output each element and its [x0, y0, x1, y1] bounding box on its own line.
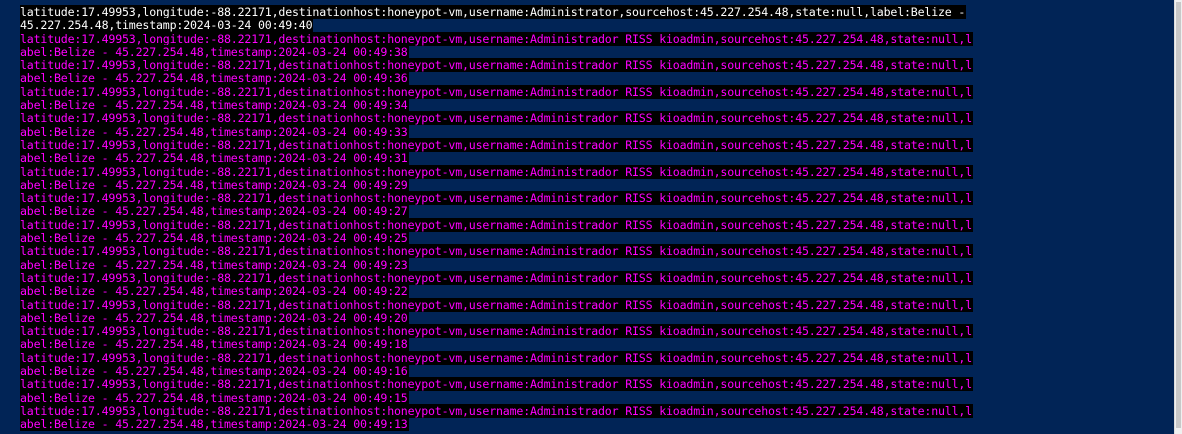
console-line-text: abel:Belize - 45.227.254.48,timestamp:20… — [20, 257, 409, 272]
console-line-text: abel:Belize - 45.227.254.48,timestamp:20… — [20, 204, 409, 219]
console-line: abel:Belize - 45.227.254.48,timestamp:20… — [20, 284, 973, 299]
console-line-text: abel:Belize - 45.227.254.48,timestamp:20… — [20, 177, 409, 192]
console-line-text: latitude:17.49953,longitude:-88.22171,de… — [20, 191, 974, 206]
console-line-text: abel:Belize - 45.227.254.48,timestamp:20… — [20, 151, 409, 166]
console-line: latitude:17.49953,longitude:-88.22171,de… — [20, 191, 974, 206]
console-line: latitude:17.49953,longitude:-88.22171,de… — [20, 324, 974, 339]
console-line-text: abel:Belize - 45.227.254.48,timestamp:20… — [20, 71, 409, 86]
console-line: abel:Belize - 45.227.254.48,timestamp:20… — [20, 364, 973, 379]
console-line-text: latitude:17.49953,longitude:-88.22171,de… — [20, 31, 974, 46]
console-line: latitude:17.49953,longitude:-88.22171,de… — [20, 84, 974, 99]
console-line: latitude:17.49953,longitude:-88.22171,de… — [20, 31, 974, 46]
console-line-text: abel:Belize - 45.227.254.48,timestamp:20… — [20, 284, 409, 299]
console-line-text: latitude:17.49953,longitude:-88.22171,de… — [20, 84, 974, 99]
console-line: abel:Belize - 45.227.254.48,timestamp:20… — [20, 151, 973, 166]
console-line-text: latitude:17.49953,longitude:-88.22171,de… — [20, 403, 974, 418]
console-line: abel:Belize - 45.227.254.48,timestamp:20… — [20, 44, 973, 59]
console-line-text: abel:Belize - 45.227.254.48,timestamp:20… — [20, 417, 409, 432]
console-line: latitude:17.49953,longitude:-88.22171,de… — [20, 137, 974, 152]
console-line: latitude:17.49953,longitude:-88.22171,de… — [20, 244, 974, 259]
console-line-text: abel:Belize - 45.227.254.48,timestamp:20… — [20, 231, 409, 246]
console-line: abel:Belize - 45.227.254.48,timestamp:20… — [20, 177, 973, 192]
console-line-text: latitude:17.49953,longitude:-88.22171,de… — [20, 377, 974, 392]
console-line: abel:Belize - 45.227.254.48,timestamp:20… — [20, 417, 973, 432]
console-line-text: latitude:17.49953,longitude:-88.22171,de… — [20, 350, 974, 365]
console-line: abel:Belize - 45.227.254.48,timestamp:20… — [20, 71, 973, 86]
console-line: abel:Belize - 45.227.254.48,timestamp:20… — [20, 204, 973, 219]
console-line: latitude:17.49953,longitude:-88.22171,de… — [20, 5, 973, 19]
powershell-console[interactable]: latitude:17.49953,longitude:-88.22171,de… — [0, 0, 1174, 434]
console-line-text: abel:Belize - 45.227.254.48,timestamp:20… — [20, 337, 409, 352]
console-line-text: latitude:17.49953,longitude:-88.22171,de… — [20, 164, 974, 179]
console-line: latitude:17.49953,longitude:-88.22171,de… — [20, 270, 974, 285]
console-line-text: latitude:17.49953,longitude:-88.22171,de… — [20, 217, 974, 232]
console-line-text: 45.227.254.48,timestamp:2024-03-24 00:49… — [20, 18, 314, 33]
vertical-scrollbar[interactable] — [1174, 0, 1182, 434]
console-line: latitude:17.49953,longitude:-88.22171,de… — [20, 403, 974, 418]
console-line-text: abel:Belize - 45.227.254.48,timestamp:20… — [20, 364, 409, 379]
console-line: abel:Belize - 45.227.254.48,timestamp:20… — [20, 310, 973, 325]
console-line: abel:Belize - 45.227.254.48,timestamp:20… — [20, 337, 973, 352]
scrollbar-thumb[interactable] — [1176, 2, 1181, 428]
console-line-text: latitude:17.49953,longitude:-88.22171,de… — [20, 58, 974, 73]
console-line-text: latitude:17.49953,longitude:-88.22171,de… — [20, 111, 974, 126]
console-line-text: latitude:17.49953,longitude:-88.22171,de… — [20, 5, 967, 19]
console-line: latitude:17.49953,longitude:-88.22171,de… — [20, 217, 974, 232]
console-line: latitude:17.49953,longitude:-88.22171,de… — [20, 297, 974, 312]
console-line: latitude:17.49953,longitude:-88.22171,de… — [20, 350, 974, 365]
console-line-text: abel:Belize - 45.227.254.48,timestamp:20… — [20, 124, 409, 139]
console-line-text: abel:Belize - 45.227.254.48,timestamp:20… — [20, 44, 409, 59]
console-line: abel:Belize - 45.227.254.48,timestamp:20… — [20, 257, 973, 272]
console-line-text: latitude:17.49953,longitude:-88.22171,de… — [20, 270, 974, 285]
console-line: abel:Belize - 45.227.254.48,timestamp:20… — [20, 390, 973, 405]
console-line: abel:Belize - 45.227.254.48,timestamp:20… — [20, 124, 973, 139]
console-line: latitude:17.49953,longitude:-88.22171,de… — [20, 377, 974, 392]
console-line: 45.227.254.48,timestamp:2024-03-24 00:49… — [20, 18, 973, 33]
console-output: latitude:17.49953,longitude:-88.22171,de… — [20, 5, 974, 432]
console-line-text: latitude:17.49953,longitude:-88.22171,de… — [20, 137, 974, 152]
console-line-text: latitude:17.49953,longitude:-88.22171,de… — [20, 324, 974, 339]
console-line: latitude:17.49953,longitude:-88.22171,de… — [20, 164, 974, 179]
console-line-text: latitude:17.49953,longitude:-88.22171,de… — [20, 297, 974, 312]
console-line: latitude:17.49953,longitude:-88.22171,de… — [20, 58, 974, 73]
console-line-text: abel:Belize - 45.227.254.48,timestamp:20… — [20, 310, 409, 325]
console-line: abel:Belize - 45.227.254.48,timestamp:20… — [20, 231, 973, 246]
console-line-text: abel:Belize - 45.227.254.48,timestamp:20… — [20, 98, 409, 113]
console-line: latitude:17.49953,longitude:-88.22171,de… — [20, 111, 974, 126]
console-line-text: latitude:17.49953,longitude:-88.22171,de… — [20, 244, 974, 259]
console-line: abel:Belize - 45.227.254.48,timestamp:20… — [20, 98, 973, 113]
console-line-text: abel:Belize - 45.227.254.48,timestamp:20… — [20, 390, 409, 405]
